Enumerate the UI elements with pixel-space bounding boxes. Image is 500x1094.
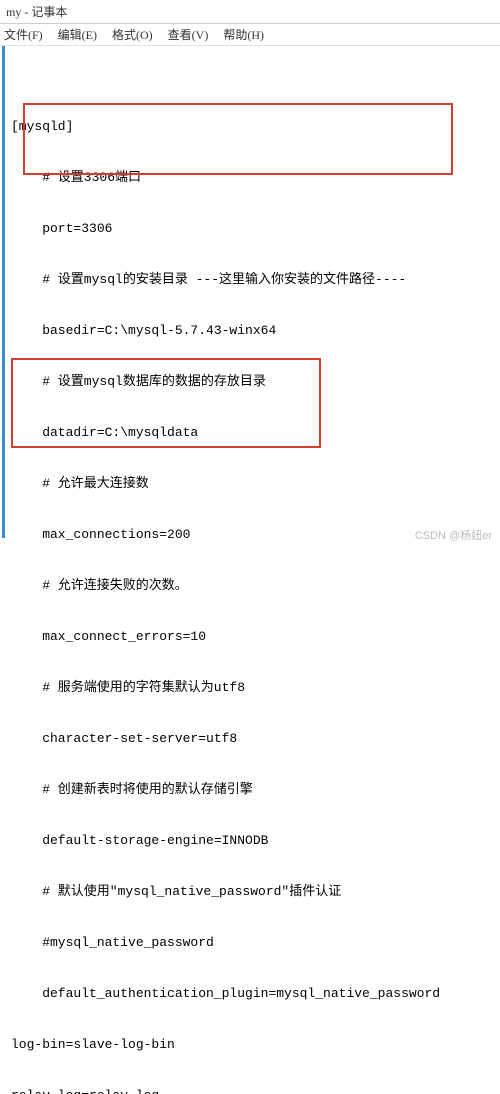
config-line: default-storage-engine=INNODB <box>11 832 494 849</box>
config-line: character-set-server=utf8 <box>11 730 494 747</box>
window-title: my - 记事本 <box>6 5 67 19</box>
menu-format[interactable]: 格式(O) <box>112 28 153 42</box>
config-line: #mysql_native_password <box>11 934 494 951</box>
menu-bar: 文件(F) 编辑(E) 格式(O) 查看(V) 帮助(H) <box>0 24 500 46</box>
config-line: basedir=C:\mysql-5.7.43-winx64 <box>11 322 494 339</box>
config-line: # 默认使用"mysql_native_password"插件认证 <box>11 883 494 900</box>
config-line: # 允许连接失败的次数。 <box>11 577 494 594</box>
config-line: relay-log=relay-log <box>11 1087 494 1094</box>
text-editor-area[interactable]: [mysqld] # 设置3306端口 port=3306 # 设置mysql的… <box>2 46 500 538</box>
config-line: # 服务端使用的字符集默认为utf8 <box>11 679 494 696</box>
config-line: port=3306 <box>11 220 494 237</box>
menu-help[interactable]: 帮助(H) <box>223 28 264 42</box>
menu-edit[interactable]: 编辑(E) <box>58 28 97 42</box>
window-title-bar: my - 记事本 <box>0 0 500 24</box>
config-line: default_authentication_plugin=mysql_nati… <box>11 985 494 1002</box>
config-line: # 设置mysql的安装目录 ---这里输入你安装的文件路径---- <box>11 271 494 288</box>
config-line: # 允许最大连接数 <box>11 475 494 492</box>
menu-file[interactable]: 文件(F) <box>4 28 43 42</box>
highlight-box-install-dir <box>23 103 453 175</box>
config-line: # 设置mysql数据库的数据的存放目录 <box>11 373 494 390</box>
config-line: [mysqld] <box>11 118 494 135</box>
config-line: max_connect_errors=10 <box>11 628 494 645</box>
watermark: CSDN @杨妞er <box>415 527 492 543</box>
config-line: # 创建新表时将使用的默认存储引擎 <box>11 781 494 798</box>
config-line: log-bin=slave-log-bin <box>11 1036 494 1053</box>
menu-view[interactable]: 查看(V) <box>168 28 209 42</box>
config-line: datadir=C:\mysqldata <box>11 424 494 441</box>
config-line: # 设置3306端口 <box>11 169 494 186</box>
